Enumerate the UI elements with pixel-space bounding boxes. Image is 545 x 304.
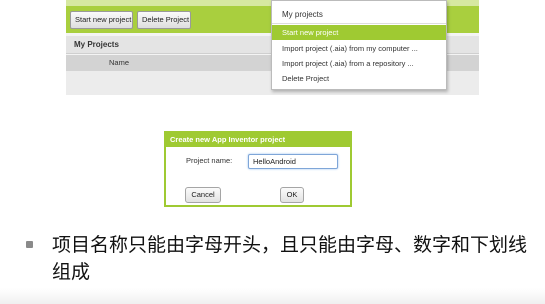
project-name-label: Project name: xyxy=(186,156,233,165)
delete-project-button[interactable]: Delete Project xyxy=(137,11,191,29)
project-name-input[interactable] xyxy=(248,154,338,169)
dialog-title: Create new App Inventor project xyxy=(166,133,350,147)
menu-divider xyxy=(272,23,446,24)
bottom-fade xyxy=(0,288,545,304)
menu-item-import-from-computer[interactable]: Import project (.aia) from my computer .… xyxy=(272,41,446,56)
bullet-marker xyxy=(26,241,33,248)
menu-item-import-from-repository[interactable]: Import project (.aia) from a repository … xyxy=(272,56,446,71)
my-projects-dropdown-menu: My projects Start new project Import pro… xyxy=(271,0,447,90)
menu-item-start-new-project[interactable]: Start new project xyxy=(272,25,446,40)
column-header-name[interactable]: Name xyxy=(109,58,129,67)
create-project-dialog: Create new App Inventor project Project … xyxy=(164,131,352,207)
ok-button[interactable]: OK xyxy=(280,187,304,203)
cancel-button[interactable]: Cancel xyxy=(185,187,221,203)
menu-title[interactable]: My projects xyxy=(282,10,323,19)
naming-rule-note: 项目名称只能由字母开头，且只能由字母、数字和下划线组成 xyxy=(52,234,528,283)
menu-item-delete-project[interactable]: Delete Project xyxy=(272,71,446,86)
app-inventor-screenshot: Start new project Delete Project My Proj… xyxy=(66,0,479,95)
start-new-project-button[interactable]: Start new project xyxy=(70,11,133,29)
